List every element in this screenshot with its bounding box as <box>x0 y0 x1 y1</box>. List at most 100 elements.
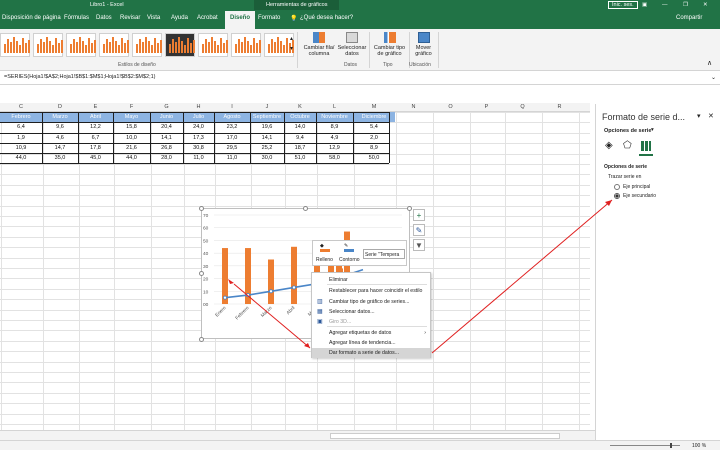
table-cell[interactable]: 51,0 <box>284 153 316 163</box>
table-cell[interactable]: 11,0 <box>183 153 214 163</box>
effects-icon[interactable]: ⬠ <box>623 140 632 151</box>
column-header[interactable]: M <box>353 104 395 110</box>
series-options-dropdown[interactable]: Opciones de serie <box>604 128 651 134</box>
chart-styles-brush-icon[interactable]: ✎ <box>413 224 425 236</box>
table-cell[interactable]: 30,8 <box>183 143 214 153</box>
table-cell[interactable]: 44,0 <box>113 153 150 163</box>
chart-style-thumbnail[interactable] <box>66 33 96 57</box>
table-cell[interactable]: 6,4 <box>0 122 42 132</box>
table-cell[interactable]: 35,0 <box>42 153 78 163</box>
column-header[interactable]: E <box>78 104 113 110</box>
primary-axis-radio[interactable] <box>614 184 620 190</box>
section-header[interactable]: Opciones de serie <box>604 164 647 170</box>
table-cell[interactable]: 8,9 <box>316 122 353 132</box>
context-menu-item[interactable]: ▥ Cambiar tipo de gráfico de series... <box>312 297 430 307</box>
secondary-axis-radio[interactable] <box>614 193 620 199</box>
primary-axis-label[interactable]: Eje principal <box>623 184 650 190</box>
table-cell[interactable]: 45,0 <box>78 153 113 163</box>
column-header[interactable]: Q <box>504 104 541 110</box>
table-cell[interactable]: 18,7 <box>284 143 316 153</box>
table-cell[interactable]: 20,4 <box>150 122 183 132</box>
zoom-level[interactable]: 100 % <box>692 443 706 449</box>
chevron-down-icon[interactable]: ▾ <box>651 127 654 133</box>
series-selector-dropdown[interactable]: Serie "Tempera <box>363 249 405 259</box>
chart-style-thumbnail[interactable] <box>33 33 63 57</box>
select-data-button[interactable]: Seleccionar datos <box>337 32 367 57</box>
resize-handle[interactable] <box>199 206 204 211</box>
sign-in-button[interactable]: Inic. ses. <box>608 1 638 9</box>
table-cell[interactable]: 14,1 <box>150 133 183 143</box>
gallery-scroll-icon[interactable]: ▾ <box>290 45 293 52</box>
column-header[interactable]: L <box>316 104 353 110</box>
context-menu-item[interactable]: Agregar línea de tendencia... <box>312 338 430 348</box>
chart-style-thumbnail[interactable] <box>198 33 228 57</box>
resize-handle[interactable] <box>199 337 204 342</box>
horizontal-scrollbar[interactable] <box>330 433 560 439</box>
minimize-icon[interactable]: — <box>662 2 668 8</box>
table-cell[interactable]: 6,7 <box>78 133 113 143</box>
restore-icon[interactable]: ❐ <box>683 2 688 8</box>
chart-style-thumbnail[interactable] <box>99 33 129 57</box>
column-header[interactable]: C <box>0 104 42 110</box>
table-cell[interactable]: 10,9 <box>0 143 42 153</box>
change-chart-type-button[interactable]: Cambiar tipo de gráfico <box>372 32 407 57</box>
column-header[interactable]: F <box>113 104 150 110</box>
table-cell[interactable]: 14,1 <box>250 133 284 143</box>
chart-filter-icon[interactable]: ▼ <box>413 239 425 251</box>
chart-style-thumbnail[interactable] <box>0 33 30 57</box>
table-cell[interactable]: 19,6 <box>250 122 284 132</box>
table-cell[interactable]: 4,6 <box>42 133 78 143</box>
tab-acrobat[interactable]: Acrobat <box>197 15 218 21</box>
table-cell[interactable]: 10,0 <box>113 133 150 143</box>
table-cell[interactable]: 28,0 <box>150 153 183 163</box>
expand-formula-icon[interactable]: ⌄ <box>711 74 716 81</box>
column-header[interactable]: K <box>284 104 316 110</box>
tab-help[interactable]: Ayuda <box>171 15 188 21</box>
tab-formulas[interactable]: Fórmulas <box>64 15 89 21</box>
resize-handle[interactable] <box>199 271 204 276</box>
switch-row-column-button[interactable]: Cambiar fila/ columna <box>302 32 336 57</box>
table-cell[interactable]: 12,2 <box>78 122 113 132</box>
column-header[interactable]: N <box>395 104 432 110</box>
table-cell[interactable]: 14,7 <box>42 143 78 153</box>
table-cell[interactable]: 17,0 <box>214 133 250 143</box>
chart-style-thumbnail[interactable] <box>165 33 195 57</box>
table-cell[interactable]: 9,4 <box>284 133 316 143</box>
table-cell[interactable]: 11,0 <box>214 153 250 163</box>
context-menu-item[interactable]: Restablecer para hacer coincidir el esti… <box>312 286 430 296</box>
fill-label[interactable]: Relleno <box>316 257 333 263</box>
table-cell[interactable]: 29,5 <box>214 143 250 153</box>
outline-label[interactable]: Contorno <box>339 257 360 263</box>
chart-elements-button[interactable]: + <box>413 209 425 221</box>
resize-handle[interactable] <box>303 206 308 211</box>
table-cell[interactable]: 21,6 <box>113 143 150 153</box>
tab-review[interactable]: Revisar <box>120 15 140 21</box>
table-cell[interactable]: 23,2 <box>214 122 250 132</box>
column-header[interactable]: R <box>541 104 578 110</box>
gallery-scroll-icon[interactable]: ▴ <box>290 35 293 42</box>
chart-style-thumbnail[interactable] <box>231 33 261 57</box>
resize-handle[interactable] <box>407 206 412 211</box>
table-cell[interactable]: 4,9 <box>316 133 353 143</box>
share-button[interactable]: Compartir <box>676 15 702 21</box>
tab-design[interactable]: Diseño <box>225 11 256 29</box>
move-chart-button[interactable]: Mover gráfico <box>411 32 436 57</box>
tell-me-input[interactable]: ¿Qué desea hacer? <box>300 15 353 21</box>
table-cell[interactable]: 30,0 <box>250 153 284 163</box>
pane-close-icon[interactable]: ✕ <box>708 112 714 120</box>
column-header[interactable]: D <box>42 104 78 110</box>
chart-style-thumbnail[interactable] <box>132 33 162 57</box>
column-header[interactable]: O <box>432 104 469 110</box>
tab-page-layout[interactable]: Disposición de página <box>2 15 61 21</box>
formula-bar[interactable]: =SERIES(Hoja1!$A$2;Hoja1!$B$1:$M$1;Hoja1… <box>0 71 720 85</box>
zoom-slider-thumb[interactable] <box>670 443 672 448</box>
close-icon[interactable]: ✕ <box>703 2 708 8</box>
table-cell[interactable]: 44,0 <box>0 153 42 163</box>
table-cell[interactable]: 26,8 <box>150 143 183 153</box>
context-menu-item[interactable]: Dar formato a serie de datos... <box>312 348 430 358</box>
table-cell[interactable]: 14,0 <box>284 122 316 132</box>
outline-pen-icon[interactable]: ✎ <box>344 243 354 252</box>
column-header[interactable]: I <box>214 104 250 110</box>
table-cell[interactable]: 17,8 <box>78 143 113 153</box>
table-cell[interactable]: 1,9 <box>0 133 42 143</box>
